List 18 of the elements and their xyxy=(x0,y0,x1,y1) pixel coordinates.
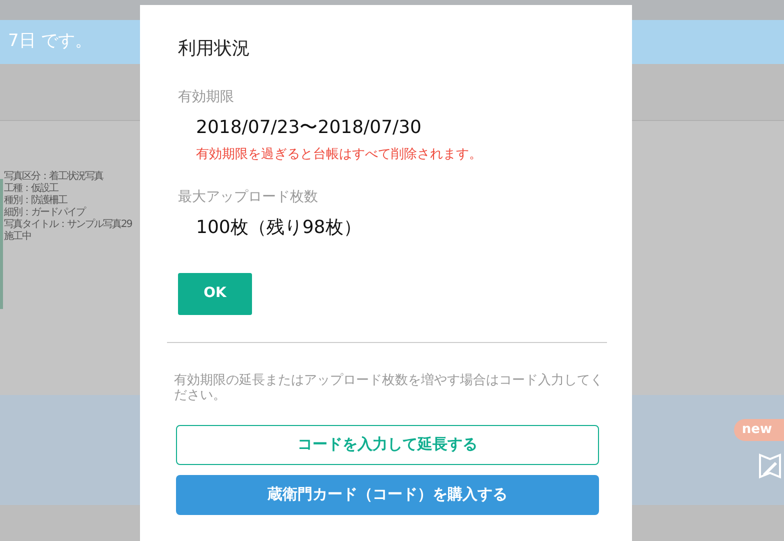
enter-code-button[interactable]: コードを入力して延長する xyxy=(176,424,599,464)
photo-info-line: 種別：防護柵工 xyxy=(4,195,68,206)
field-label: 有効期限 xyxy=(178,88,235,107)
field-value: 2018/07/23〜2018/07/30 xyxy=(195,116,422,140)
field-label: 最大アップロード枚数 xyxy=(178,188,319,206)
photo-info-line: 細別：ガードパイプ xyxy=(4,207,87,218)
ok-button[interactable]: OK xyxy=(178,272,252,314)
photo-info-line: 施工中 xyxy=(4,231,32,242)
field-value: 100枚（残り98枚） xyxy=(195,216,362,240)
photo-info-line: 工種：仮設工 xyxy=(4,183,60,194)
banner-text: 7日 です。 xyxy=(8,30,92,54)
photo-info-line: 写真区分：着工状況写真 xyxy=(4,171,104,182)
dialog-title: 利用状況 xyxy=(178,37,251,61)
warning-text: 有効期限を過ぎると台帳はすべて削除されます。 xyxy=(195,146,483,164)
photo-info-line: 写真タイトル：サンプル写真29 xyxy=(4,219,132,230)
info-text: 有効期限の延長またはアップロード枚数を増やす場合はコード入力してください。 xyxy=(174,372,604,402)
new-badge: new xyxy=(734,419,784,440)
purchase-button[interactable]: 蔵衛門カード（コード）を購入する xyxy=(176,474,599,514)
